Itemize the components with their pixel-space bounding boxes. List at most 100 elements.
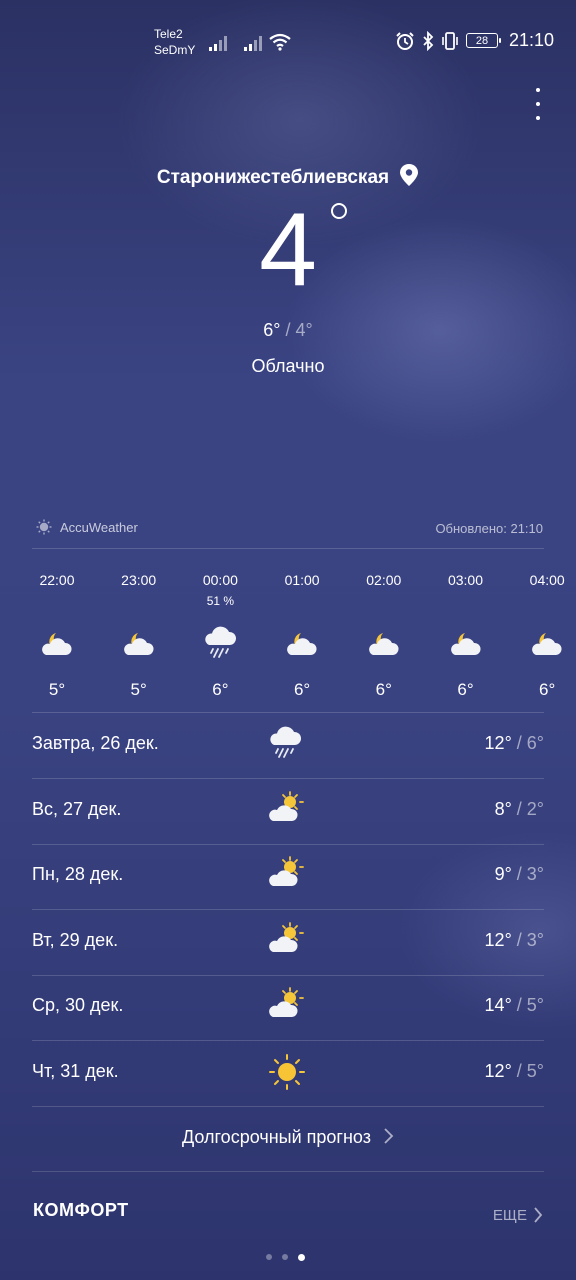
location-name: Старонижестеблиевская xyxy=(156,167,390,188)
page-indicator xyxy=(266,1254,305,1261)
hour-temp: 6° xyxy=(375,680,392,699)
precip-probability xyxy=(425,592,507,614)
precip-probability xyxy=(261,592,343,614)
hour-time: 23:00 xyxy=(121,572,157,588)
hour-temp: 6° xyxy=(457,680,474,699)
carrier-info: Tele2 SeDmY xyxy=(154,26,195,58)
hourly-item: 23:00 5° xyxy=(98,572,180,700)
signal-icon xyxy=(244,36,262,51)
day-temps: 12° / 5° xyxy=(485,1061,544,1082)
page-dot[interactable] xyxy=(266,1254,272,1260)
day-label: Завтра, 26 дек. xyxy=(32,733,159,753)
precip-probability xyxy=(506,592,576,614)
hourly-item: 03:00 6° xyxy=(425,572,507,700)
day-temps: 9° / 3° xyxy=(495,864,544,885)
daily-row[interactable]: Завтра, 26 дек. 12° / 6° xyxy=(32,713,544,778)
daily-row[interactable]: Ср, 30 дек. 14° / 5° xyxy=(32,975,544,1040)
divider xyxy=(32,548,544,549)
signal-icon xyxy=(209,36,227,51)
hour-time: 03:00 xyxy=(447,572,484,588)
day-high: 12° xyxy=(484,733,512,753)
high-temp: 6° xyxy=(263,320,281,340)
day-label: Чт, 31 дек. xyxy=(32,1061,119,1081)
day-low: / 5° xyxy=(511,1061,544,1081)
long-term-forecast-label: Долгосрочный прогноз xyxy=(182,1127,371,1147)
alarm-icon xyxy=(396,31,414,50)
sun-cloud-icon xyxy=(268,856,308,896)
provider-link[interactable]: AccuWeather xyxy=(36,519,138,535)
rain-cloud-icon xyxy=(268,725,308,765)
hourly-item: 04:00 6° xyxy=(506,572,576,700)
location-pin-icon xyxy=(400,164,419,186)
daily-row[interactable]: Чт, 31 дек. 12° / 5° xyxy=(32,1041,544,1106)
daily-row[interactable]: Пн, 28 дек. 9° / 3° xyxy=(32,844,544,909)
day-low: / 2° xyxy=(511,798,544,819)
hour-time: 22:00 xyxy=(39,572,75,588)
more-menu-button[interactable] xyxy=(528,88,548,120)
page-dot[interactable] xyxy=(282,1254,288,1260)
daily-row[interactable]: Вт, 29 дек. 12° / 3° xyxy=(32,910,544,975)
hour-temp: 5° xyxy=(130,680,147,699)
degree-symbol xyxy=(331,203,347,219)
battery-icon: 28 xyxy=(465,33,501,48)
accuweather-logo-icon xyxy=(36,519,52,535)
page-dot[interactable] xyxy=(298,1254,305,1261)
hour-time: 00:00 xyxy=(202,572,238,588)
weather-condition: Облачно xyxy=(251,356,325,376)
sun-icon xyxy=(268,1053,308,1093)
day-label: Вс, 27 дек. xyxy=(32,798,122,819)
divider xyxy=(32,1171,544,1172)
hourly-item: 02:00 6° xyxy=(343,572,425,700)
moon-cloud-icon xyxy=(261,622,343,662)
hour-temp: 6° xyxy=(539,680,556,699)
high-low-temperature: 6° / 4° xyxy=(0,320,576,341)
moon-cloud-icon xyxy=(506,622,576,662)
hourly-item: 01:00 6° xyxy=(261,572,343,700)
status-time: 21:10 xyxy=(508,30,554,50)
day-high: 8° xyxy=(494,798,512,819)
moon-cloud-icon xyxy=(98,622,180,662)
day-high: 12° xyxy=(484,929,512,950)
chevron-right-icon xyxy=(384,1128,394,1144)
day-label: Вт, 29 дек. xyxy=(32,929,119,950)
day-label: Ср, 30 дек. xyxy=(32,995,124,1016)
day-label: Пн, 28 дек. xyxy=(32,864,124,885)
day-high: 12° xyxy=(484,1061,512,1081)
sun-cloud-icon xyxy=(268,987,308,1027)
comfort-more-button[interactable]: ЕЩЕ xyxy=(493,1206,543,1224)
rain-cloud-icon xyxy=(179,622,261,662)
day-low: / 6° xyxy=(511,733,544,753)
provider-name: AccuWeather xyxy=(60,519,138,535)
temp-separator: / xyxy=(280,320,296,340)
day-temps: 14° / 5° xyxy=(485,995,544,1016)
location-header[interactable]: Старонижестеблиевская xyxy=(0,163,576,189)
hour-time: 04:00 xyxy=(529,572,565,588)
day-low: / 3° xyxy=(511,864,544,885)
moon-cloud-icon xyxy=(16,622,98,662)
day-high: 14° xyxy=(484,995,512,1016)
hourly-item: 22:00 5° xyxy=(16,572,98,700)
hour-temp: 6° xyxy=(212,680,229,699)
comfort-section-title: КОМФОРТ xyxy=(33,1200,129,1220)
precip-probability xyxy=(98,592,180,614)
divider xyxy=(32,1106,544,1107)
hour-temp: 5° xyxy=(48,680,66,699)
carrier-name: Tele2 xyxy=(154,27,183,41)
day-temps: 12° / 3° xyxy=(485,930,544,951)
low-temp: 4° xyxy=(295,320,313,340)
hour-temp: 6° xyxy=(293,680,311,699)
long-term-forecast-link[interactable]: Долгосрочный прогноз xyxy=(0,1127,576,1148)
updated-time: Обновлено: 21:10 xyxy=(435,521,543,536)
day-high: 9° xyxy=(494,864,512,885)
hourly-item: 00:00 51 % 6° xyxy=(179,572,261,700)
moon-cloud-icon xyxy=(343,622,425,662)
precip-probability xyxy=(343,592,425,614)
precip-probability: 51 % xyxy=(206,594,235,608)
day-low: / 5° xyxy=(511,995,544,1016)
more-label: ЕЩЕ xyxy=(492,1206,527,1224)
hour-time: 02:00 xyxy=(366,572,402,588)
status-right: 28 21:10 xyxy=(395,30,554,51)
daily-row[interactable]: Вс, 27 дек. 8° / 2° xyxy=(32,779,544,844)
chevron-right-icon xyxy=(534,1207,543,1223)
current-temperature: 4 xyxy=(259,192,317,308)
